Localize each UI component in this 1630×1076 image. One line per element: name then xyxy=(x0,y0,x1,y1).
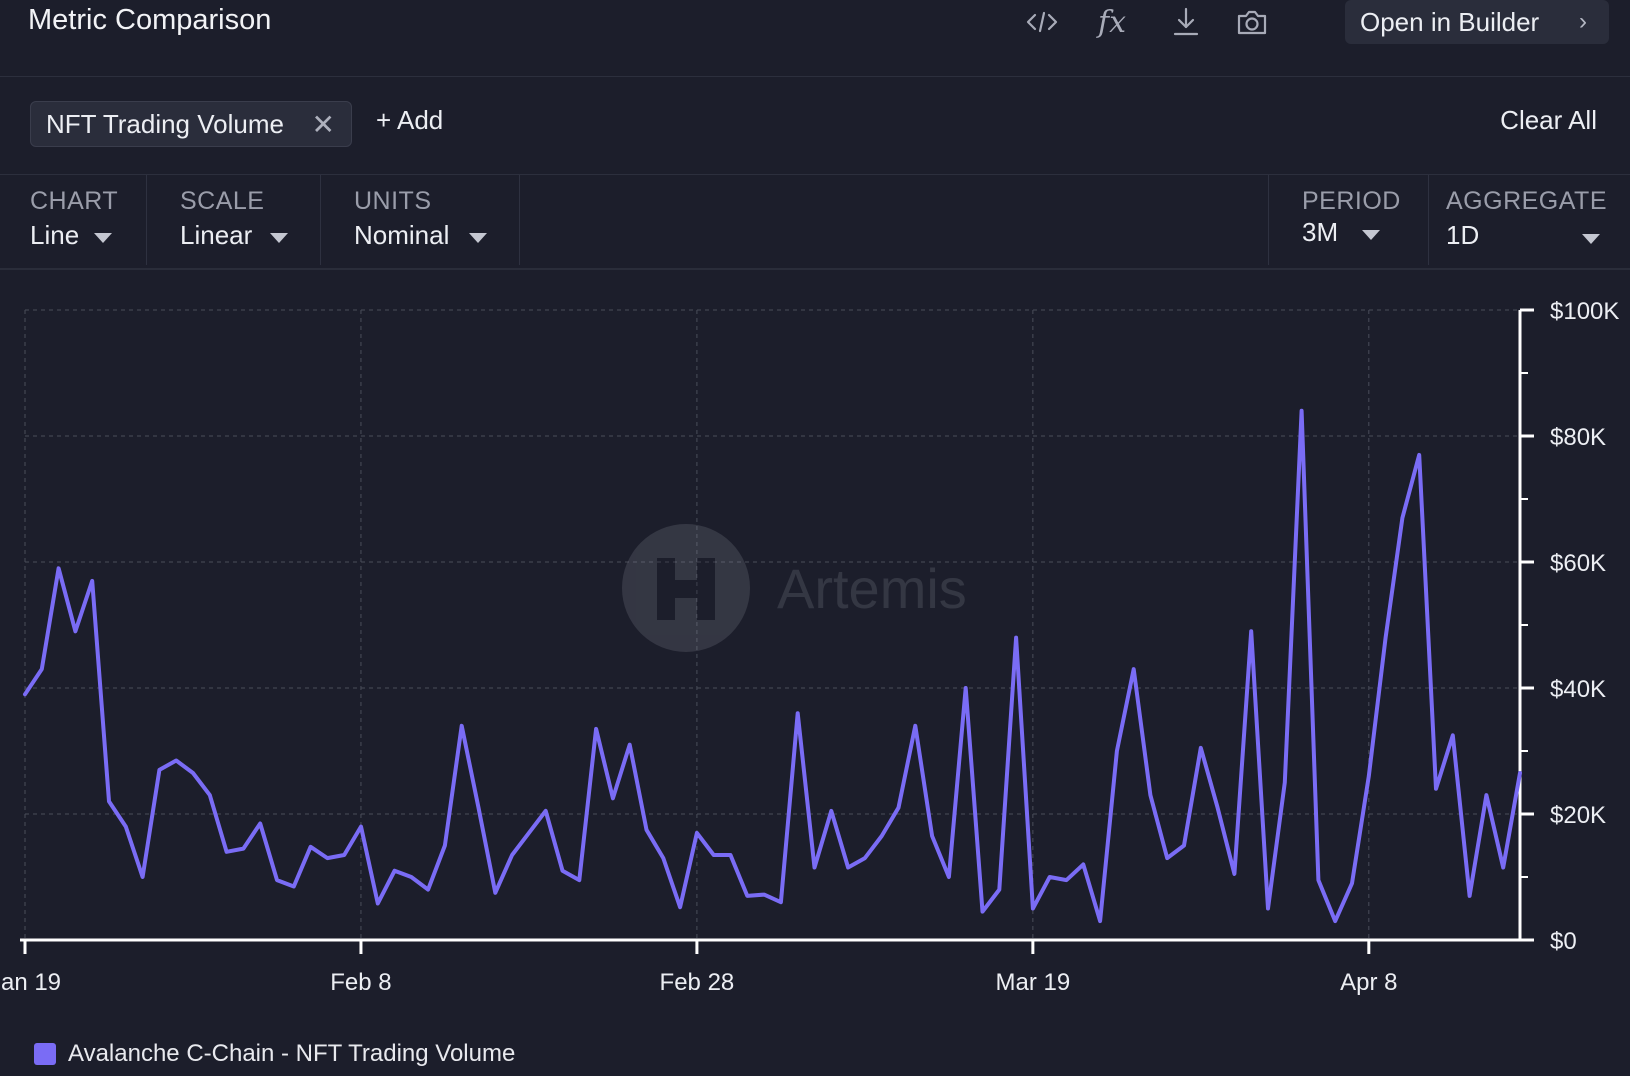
chart-type-select[interactable]: CHART Line xyxy=(30,175,140,268)
chevron-down-icon xyxy=(94,233,112,243)
period-label: PERIOD xyxy=(1302,187,1401,215)
legend-swatch xyxy=(34,1043,56,1065)
aggregate-select[interactable]: AGGREGATE 1D xyxy=(1446,175,1616,268)
y-tick-label: $0 xyxy=(1550,928,1577,955)
divider xyxy=(519,175,520,265)
x-tick-label: Feb 8 xyxy=(330,969,391,996)
units-value: Nominal xyxy=(354,220,450,250)
chevron-right-icon: › xyxy=(1579,8,1587,35)
divider xyxy=(320,175,321,265)
line-chart[interactable]: Artemis $0 $20K $40K $60K $80K $100K Jan 19 Feb… xyxy=(0,268,1630,1028)
close-icon[interactable]: ✕ xyxy=(312,108,335,141)
top-bar: Metric Comparison fx Open in Builder › xyxy=(0,0,1630,77)
camera-icon[interactable] xyxy=(1232,2,1272,42)
y-tick-label: $100K xyxy=(1550,298,1619,325)
chart-type-label: CHART xyxy=(30,187,119,215)
chart-controls: CHART Line SCALE Linear UNITS Nominal PE… xyxy=(0,175,1630,270)
scale-label: SCALE xyxy=(180,187,265,215)
chevron-down-icon xyxy=(1362,230,1380,240)
divider xyxy=(146,175,147,265)
aggregate-value: 1D xyxy=(1446,220,1480,250)
x-tick-label: Jan 19 xyxy=(0,969,61,996)
open-in-builder-label: Open in Builder xyxy=(1360,6,1540,37)
y-tick-label: $40K xyxy=(1550,676,1606,703)
units-select[interactable]: UNITS Nominal xyxy=(354,175,514,268)
period-select[interactable]: PERIOD 3M xyxy=(1302,175,1422,268)
y-tick-label: $60K xyxy=(1550,550,1606,577)
units-label: UNITS xyxy=(354,187,432,215)
watermark: Artemis xyxy=(622,524,967,652)
metric-chip-label: NFT Trading Volume xyxy=(46,108,284,139)
series-layer xyxy=(23,408,1522,924)
open-in-builder-button[interactable]: Open in Builder › xyxy=(1345,0,1609,44)
x-tick-label: Feb 28 xyxy=(660,969,735,996)
y-tick-label: $80K xyxy=(1550,424,1606,451)
watermark-text: Artemis xyxy=(777,557,967,620)
chevron-down-icon xyxy=(270,233,288,243)
download-icon[interactable] xyxy=(1166,2,1206,42)
divider xyxy=(1428,175,1429,265)
scale-select[interactable]: SCALE Linear xyxy=(180,175,320,268)
y-tick-label: $20K xyxy=(1550,802,1606,829)
fx-icon[interactable]: fx xyxy=(1092,2,1132,42)
axes: $0 $20K $40K $60K $80K $100K Jan 19 Feb 8 Feb 28… xyxy=(0,298,1619,996)
legend[interactable]: Avalanche C-Chain - NFT Trading Volume xyxy=(34,1040,515,1068)
metric-bar: NFT Trading Volume ✕ + Add Clear All xyxy=(0,77,1630,175)
divider xyxy=(1268,175,1269,265)
period-value: 3M xyxy=(1302,217,1339,247)
chart-type-value: Line xyxy=(30,220,80,250)
chevron-down-icon xyxy=(1582,234,1600,244)
x-tick-label: Mar 19 xyxy=(996,969,1071,996)
aggregate-label: AGGREGATE xyxy=(1446,187,1608,215)
code-icon[interactable] xyxy=(1022,2,1062,42)
add-metric-button[interactable]: + Add xyxy=(376,105,443,136)
page-title: Metric Comparison xyxy=(28,4,272,36)
grid xyxy=(24,309,1520,940)
series-line xyxy=(23,408,1522,924)
x-tick-label: Apr 8 xyxy=(1340,969,1397,996)
clear-all-button[interactable]: Clear All xyxy=(1500,105,1597,136)
chevron-down-icon xyxy=(469,233,487,243)
legend-label: Avalanche C-Chain - NFT Trading Volume xyxy=(68,1040,516,1067)
metric-chip[interactable]: NFT Trading Volume ✕ xyxy=(30,101,352,147)
scale-value: Linear xyxy=(180,220,253,250)
